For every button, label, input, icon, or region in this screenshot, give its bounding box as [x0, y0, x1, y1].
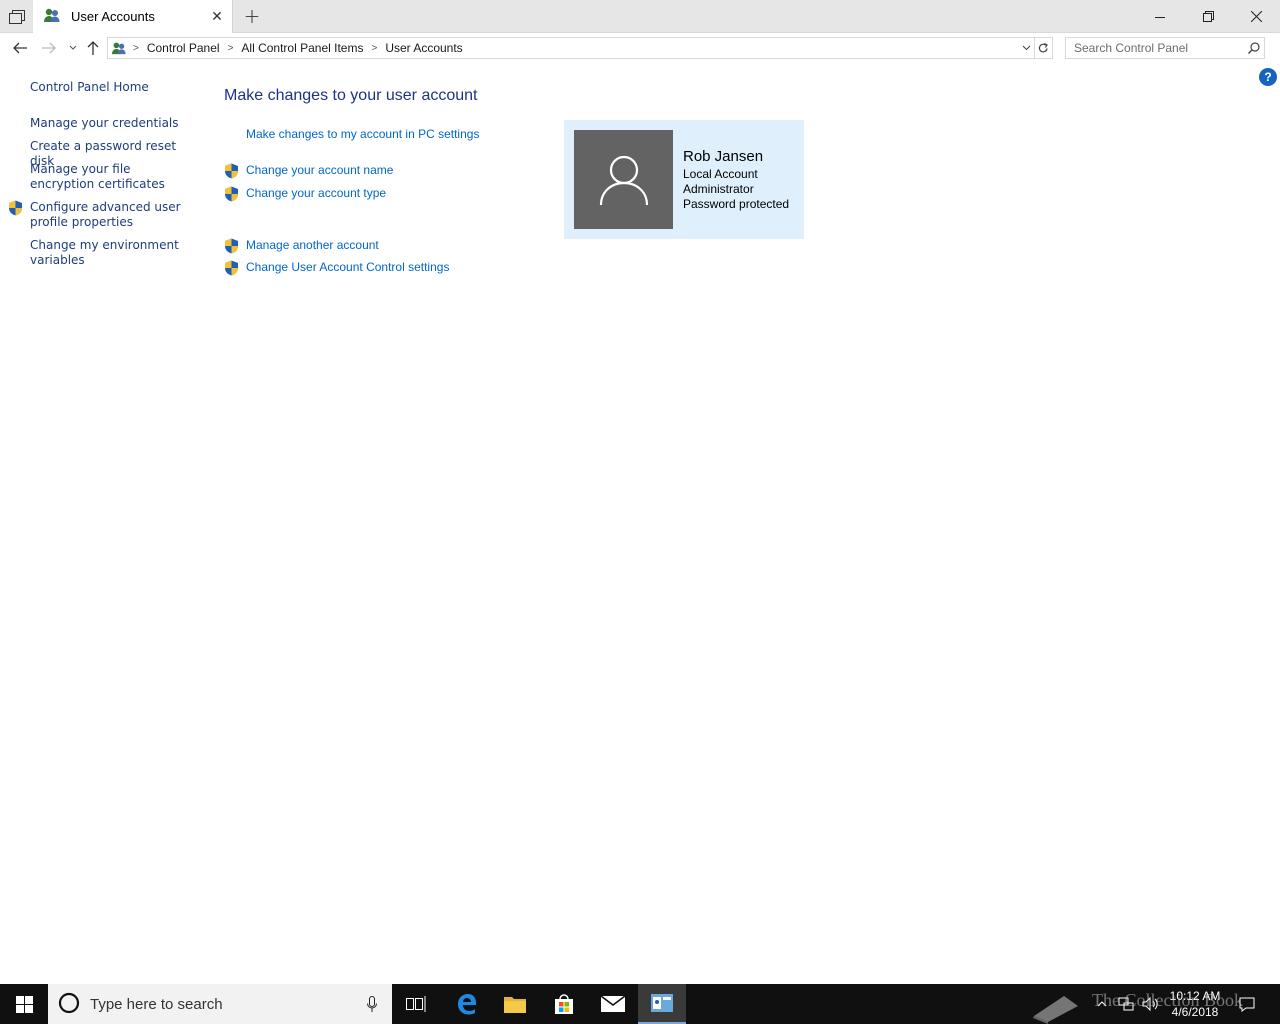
volume-icon[interactable]	[1138, 984, 1162, 1024]
taskbar-search-placeholder: Type here to search	[90, 995, 223, 1013]
search-icon[interactable]	[1244, 42, 1264, 54]
breadcrumb-control-panel[interactable]: Control Panel	[145, 41, 222, 55]
windows-logo-icon	[15, 995, 33, 1013]
account-name: Rob Jansen	[683, 148, 764, 165]
store-icon[interactable]	[540, 984, 588, 1024]
control-panel-taskbar-icon[interactable]	[638, 984, 686, 1024]
system-clock[interactable]: 10:12 AM 4/6/2018	[1160, 988, 1230, 1020]
help-icon[interactable]: ?	[1259, 68, 1277, 86]
sets-icon[interactable]	[0, 0, 33, 33]
breadcrumb-separator-icon[interactable]: >	[365, 43, 383, 54]
navigation-bar: > Control Panel > All Control Panel Item…	[0, 33, 1280, 63]
title-bar: User Accounts ✕ +	[0, 0, 1280, 33]
new-tab-button[interactable]: +	[238, 2, 266, 30]
taskbar-search-box[interactable]: Type here to search	[48, 984, 392, 1024]
uac-shield-icon	[224, 260, 239, 276]
breadcrumb-all-items[interactable]: All Control Panel Items	[239, 41, 365, 55]
uac-shield-icon	[224, 238, 239, 254]
file-explorer-icon[interactable]	[491, 984, 539, 1024]
task-view-icon[interactable]	[392, 984, 440, 1024]
uac-shield-icon	[8, 200, 23, 216]
task-change-account-type[interactable]: Change your account type	[246, 186, 386, 200]
edge-icon[interactable]	[443, 984, 491, 1024]
refresh-icon[interactable]	[1034, 38, 1052, 58]
taskbar: Type here to search 10:12 AM 4/6/2018	[0, 984, 1280, 1024]
task-pc-settings[interactable]: Make changes to my account in PC setting…	[246, 127, 479, 141]
up-arrow-icon[interactable]	[82, 37, 104, 59]
task-change-account-name[interactable]: Change your account name	[246, 163, 393, 177]
page-title: Make changes to your user account	[224, 87, 478, 104]
sidebar-item-advanced-profile[interactable]: Configure advanced user profile properti…	[30, 200, 190, 230]
start-button[interactable]	[0, 984, 48, 1024]
tab-title: User Accounts	[71, 9, 155, 24]
account-type: Local Account	[683, 167, 758, 181]
minimize-button[interactable]	[1136, 0, 1184, 33]
tab-user-accounts[interactable]: User Accounts ✕	[33, 0, 233, 33]
search-input[interactable]	[1074, 41, 1244, 55]
cortana-icon	[58, 992, 80, 1017]
show-hidden-icons-chevron-icon[interactable]	[1090, 984, 1114, 1024]
back-arrow-icon[interactable]	[9, 37, 31, 59]
close-button[interactable]	[1232, 0, 1280, 33]
sidebar-item-control-panel-home[interactable]: Control Panel Home	[30, 80, 190, 95]
user-silhouette-icon	[599, 155, 648, 205]
task-manage-another-account[interactable]: Manage another account	[246, 238, 379, 252]
address-dropdown-icon[interactable]	[1018, 38, 1034, 58]
sidebar-item-manage-credentials[interactable]: Manage your credentials	[30, 116, 190, 131]
microphone-icon[interactable]	[352, 996, 392, 1012]
sidebar-item-file-encryption[interactable]: Manage your file encryption certificates	[30, 162, 190, 192]
account-role: Administrator	[683, 182, 754, 196]
restore-button[interactable]	[1184, 0, 1232, 33]
tab-close-icon[interactable]: ✕	[202, 0, 232, 33]
clock-date: 4/6/2018	[1171, 1005, 1219, 1019]
account-password-status: Password protected	[683, 197, 790, 211]
uac-shield-icon	[224, 163, 239, 179]
uac-shield-icon	[224, 186, 239, 202]
avatar	[574, 130, 673, 229]
task-uac-settings[interactable]: Change User Account Control settings	[246, 260, 449, 274]
breadcrumb-user-accounts[interactable]: User Accounts	[383, 41, 464, 55]
user-accounts-icon	[43, 7, 61, 26]
sidebar-item-environment-variables[interactable]: Change my environment variables	[30, 238, 190, 268]
address-bar[interactable]: > Control Panel > All Control Panel Item…	[107, 37, 1053, 59]
recent-locations-chevron-icon[interactable]	[62, 37, 84, 59]
action-center-icon[interactable]	[1236, 984, 1258, 1024]
clock-time: 10:12 AM	[1169, 989, 1221, 1003]
control-panel-icon	[111, 41, 127, 55]
mail-icon[interactable]	[589, 984, 637, 1024]
breadcrumb-separator-icon[interactable]: >	[222, 43, 240, 54]
forward-arrow-icon[interactable]	[38, 37, 60, 59]
network-icon[interactable]	[1114, 984, 1138, 1024]
breadcrumb-separator-icon[interactable]: >	[127, 43, 145, 54]
account-card: Rob Jansen Local Account Administrator P…	[564, 120, 804, 239]
search-box[interactable]	[1065, 37, 1265, 59]
